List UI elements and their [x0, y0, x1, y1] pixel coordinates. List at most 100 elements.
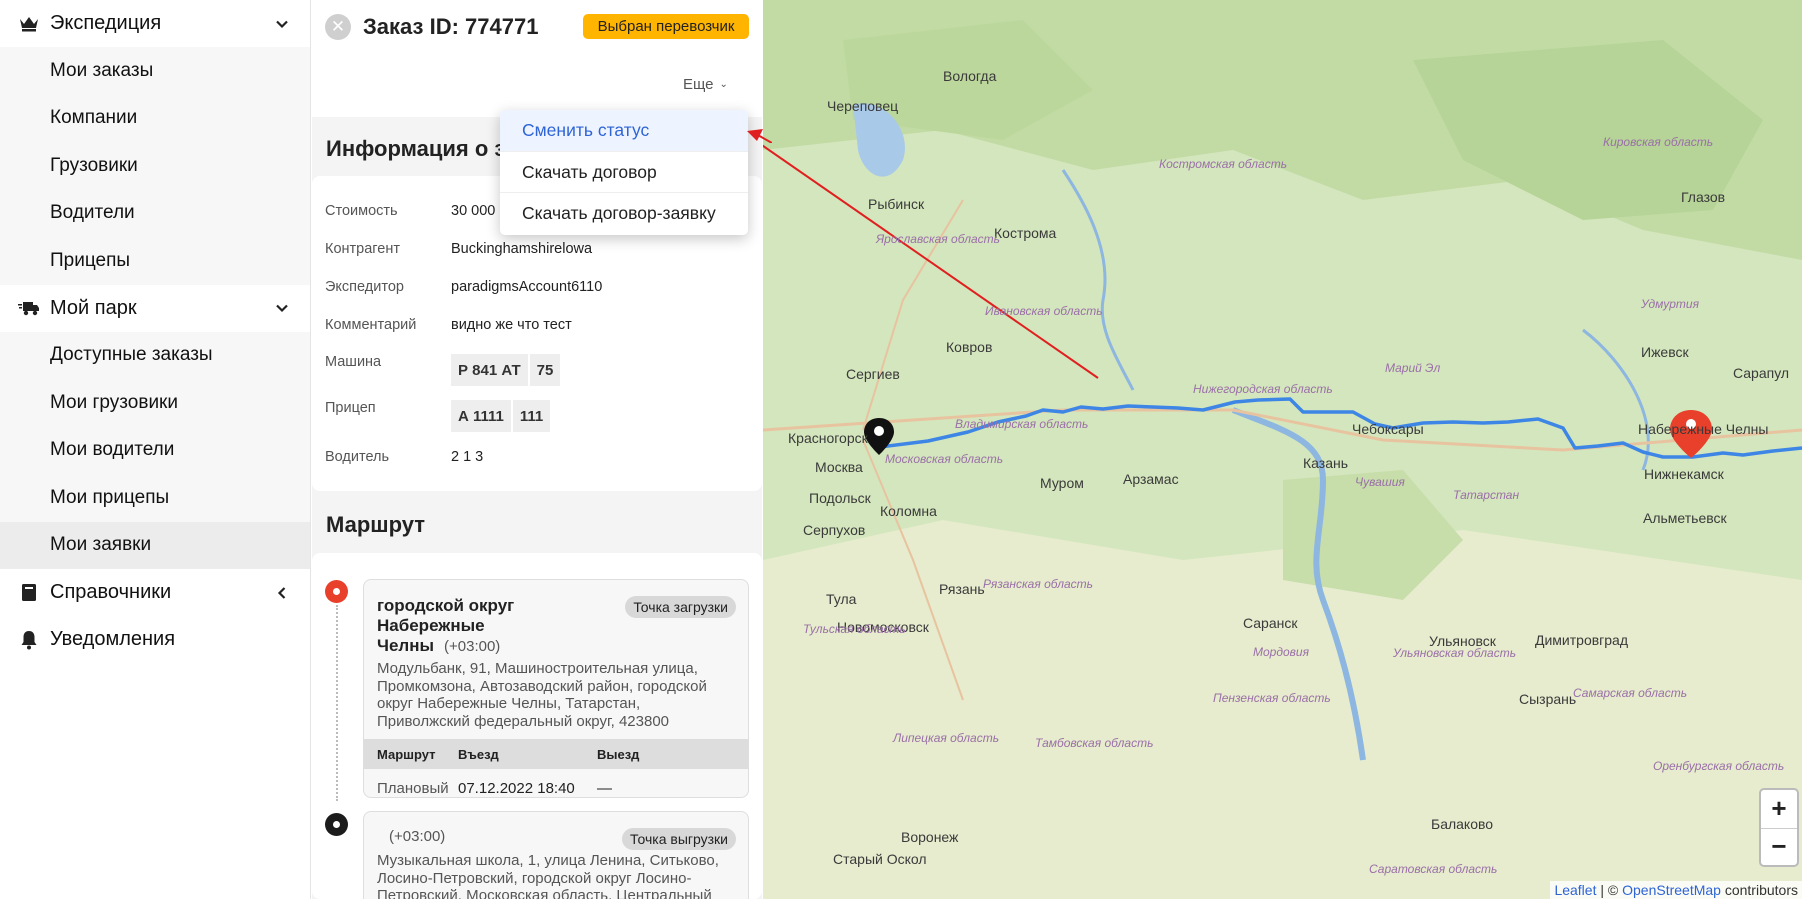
region-label: Удмуртия: [1641, 297, 1700, 311]
truck-icon: [18, 297, 40, 319]
sidebar-item-my-requests[interactable]: Мои заявки: [0, 521, 310, 569]
zoom-control: + −: [1759, 788, 1799, 867]
menu-item-change-status[interactable]: Сменить статус: [500, 110, 748, 151]
trailer-plate: А 1111 111: [451, 400, 551, 432]
sidebar-group-my-fleet[interactable]: Мой парк: [0, 285, 310, 332]
close-icon[interactable]: ✕: [325, 14, 351, 40]
region-label: Тамбовская область: [1035, 736, 1154, 750]
sidebar-item-trucks[interactable]: Грузовики: [0, 142, 310, 190]
unloading-point-badge: Точка выгрузки: [622, 828, 736, 850]
vehicle-row: Машина Р 841 АТ 75: [325, 354, 561, 386]
region-label: Московская область: [885, 452, 1004, 466]
driver-label: Водитель: [325, 449, 390, 465]
region-label: Саратовская область: [1369, 862, 1498, 876]
region-label: Ярославская область: [876, 232, 1000, 246]
driver-row: Водитель 2 1 3: [325, 449, 483, 465]
map-label: Арзамас: [1123, 471, 1179, 487]
map-label: Ижевск: [1641, 344, 1689, 360]
map-label: Красногорск: [788, 430, 868, 446]
comment-row: Комментарий видно же что тест: [325, 317, 572, 333]
route-point-header: городской округ Набережные Челны (+03:00)…: [364, 580, 748, 657]
chevron-down-icon: [276, 20, 288, 28]
zoom-in-button[interactable]: +: [1761, 790, 1797, 828]
region-label: Рязанская область: [983, 577, 1093, 591]
sidebar-item-my-drivers[interactable]: Мои водители: [0, 427, 310, 475]
menu-item-download-contract-request[interactable]: Скачать договор-заявку: [500, 192, 748, 233]
map-label: Рязань: [939, 581, 985, 597]
col-exit: Выезд: [597, 746, 640, 762]
menu-item-download-contract[interactable]: Скачать договор: [500, 151, 748, 192]
map-label: Кострома: [994, 225, 1057, 241]
vehicle-plate: Р 841 АТ 75: [451, 354, 561, 386]
sidebar-item-available-orders[interactable]: Доступные заказы: [0, 332, 310, 380]
chevron-down-icon: ⌄: [719, 79, 728, 90]
sidebar-item-my-trailers[interactable]: Мои прицепы: [0, 474, 310, 522]
sidebar-group-notifications[interactable]: Уведомления: [0, 616, 310, 663]
map-label: Балаково: [1431, 816, 1494, 832]
cost-row: Стоимость 30 000: [325, 203, 495, 219]
contractor-value: Buckinghamshirelowa: [451, 241, 593, 257]
sidebar-group-label: Экспедиция: [50, 12, 162, 34]
region-label: Нижегородская область: [1193, 382, 1333, 396]
sidebar-group-references[interactable]: Справочники: [0, 569, 310, 616]
map-label: Коломна: [880, 503, 937, 519]
map-label: Старый Оскол: [833, 851, 927, 867]
forwarder-value: paradigmsAccount6110: [451, 279, 603, 295]
sidebar-item-trailers[interactable]: Прицепы: [0, 237, 310, 285]
vehicle-plate-number: Р 841 АТ: [451, 354, 528, 386]
more-button[interactable]: Еще ⌄: [683, 76, 728, 93]
osm-link[interactable]: OpenStreetMap: [1622, 882, 1721, 898]
comment-value: видно же что тест: [451, 317, 572, 333]
map-label: Сарапул: [1733, 365, 1790, 381]
map-pin-icon: [325, 580, 348, 603]
more-label: Еще: [683, 76, 714, 93]
row-label: Плановый: [377, 779, 449, 797]
zoom-out-button[interactable]: −: [1761, 827, 1797, 866]
region-label: Марий Эл: [1385, 361, 1441, 375]
route-point-header: (+03:00) Точка выгрузки: [364, 812, 748, 850]
cost-label: Стоимость: [325, 203, 398, 219]
sidebar-item-my-trucks[interactable]: Мои грузовики: [0, 379, 310, 427]
map-label: Рыбинск: [868, 196, 925, 212]
exit-time: —: [597, 779, 612, 797]
route-section-title: Маршрут: [326, 512, 426, 537]
route-point-card: городской округ Набережные Челны (+03:00)…: [363, 579, 749, 798]
map-label: Москва: [815, 459, 863, 475]
vehicle-plate-region: 75: [529, 354, 561, 386]
leaflet-link[interactable]: Leaflet: [1554, 882, 1596, 898]
col-entry: Въезд: [458, 746, 499, 762]
map-label: Сызрань: [1519, 691, 1577, 707]
schedule-header: Маршрут Въезд Выезд: [364, 739, 748, 769]
more-row: Еще ⌄: [312, 54, 762, 117]
region-label: Мордовия: [1253, 645, 1309, 659]
contractor-row: Контрагент Buckinghamshirelowa: [325, 241, 592, 257]
info-section-title: Информация о з: [326, 136, 506, 161]
trailer-row: Прицеп А 1111 111: [325, 400, 551, 432]
region-label: Татарстан: [1453, 488, 1520, 502]
entry-time: 07.12.2022 18:40: [458, 779, 575, 797]
sidebar-group-label: Уведомления: [50, 628, 176, 650]
region-label: Пензенская область: [1213, 691, 1331, 705]
route-point-address: Модульбанк, 91, Машиностроительная улица…: [377, 660, 707, 730]
sidebar-item-drivers[interactable]: Водители: [0, 190, 310, 238]
city-line-1: городской округ: [377, 596, 515, 615]
sidebar: Экспедиция Мои заказы Компании Грузовики…: [0, 0, 311, 899]
map-label: Нижнекамск: [1644, 466, 1724, 482]
chevron-down-icon: [276, 304, 288, 313]
sidebar-group-expedition[interactable]: Экспедиция: [0, 0, 310, 47]
region-label: Оренбургская область: [1653, 759, 1785, 773]
region-label: Чувашия: [1355, 475, 1405, 489]
map-label: Ковров: [946, 339, 993, 355]
cost-value: 30 000: [451, 203, 496, 219]
map-label: Сергиев: [846, 366, 900, 382]
contractor-label: Контрагент: [325, 241, 400, 257]
trailer-plate-number: А 1111: [451, 400, 511, 432]
loading-point-badge: Точка загрузки: [625, 596, 736, 618]
status-badge: Выбран перевозчик: [583, 14, 749, 39]
sidebar-item-companies[interactable]: Компании: [0, 95, 310, 143]
map-label: Подольск: [809, 490, 871, 506]
sidebar-item-my-orders[interactable]: Мои заказы: [0, 47, 310, 95]
sidebar-group-label: Мой парк: [50, 296, 137, 319]
timezone: (+03:00): [444, 638, 501, 655]
route-map[interactable]: Вологда Череповец Кострома Рыбинск Серги…: [763, 0, 1802, 899]
